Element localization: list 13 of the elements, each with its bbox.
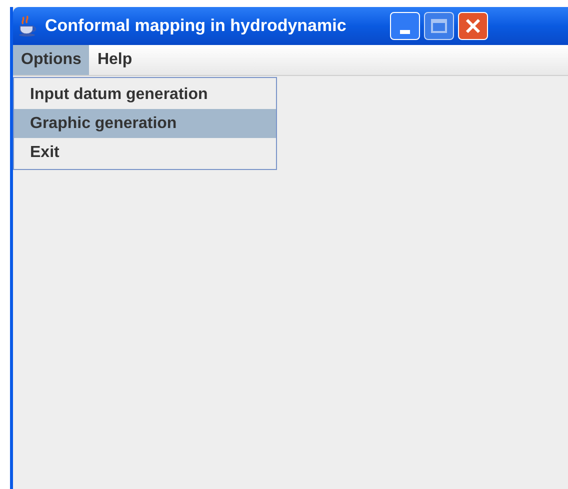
window-title: Conformal mapping in hydrodynamic [45, 15, 346, 38]
minimize-icon [400, 30, 410, 34]
minimize-button[interactable] [390, 12, 420, 40]
close-button[interactable] [458, 12, 488, 40]
maximize-button[interactable] [424, 12, 454, 40]
maximize-icon [431, 19, 448, 33]
menu-option[interactable]: Graphic generation [14, 109, 276, 138]
menu-option[interactable]: Exit [14, 138, 276, 167]
menu-item[interactable]: Options [13, 45, 90, 75]
cup-icon [17, 15, 39, 37]
close-icon [465, 18, 482, 34]
menu-option[interactable]: Input datum generation [14, 80, 276, 109]
menu-item[interactable]: Help [89, 45, 140, 75]
